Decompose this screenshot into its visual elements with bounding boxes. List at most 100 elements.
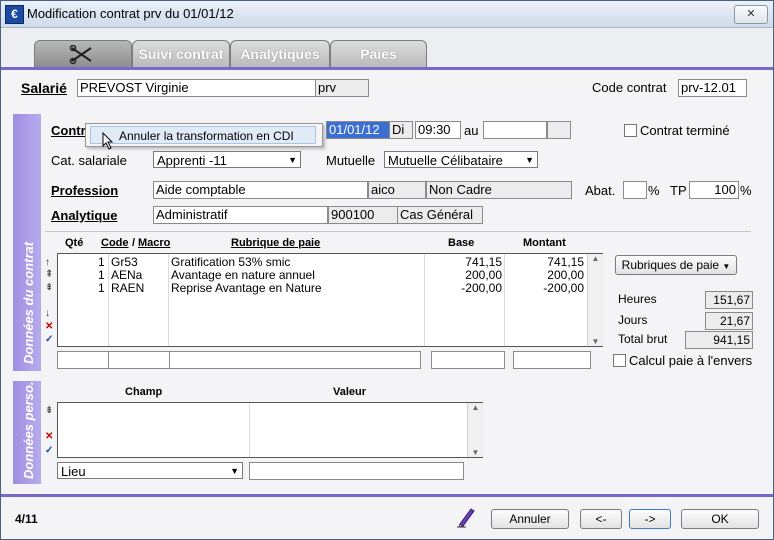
row-montant: 200,00 bbox=[547, 268, 584, 282]
entry-montant-field[interactable] bbox=[513, 351, 591, 369]
validate-icon[interactable]: ✓ bbox=[45, 445, 53, 456]
delete-icon[interactable]: ✕ bbox=[45, 321, 53, 332]
row-qte: 1 bbox=[98, 268, 105, 282]
grid-scrollbar[interactable]: ▲ ▼ bbox=[587, 254, 603, 346]
row-code: Gr53 bbox=[111, 255, 138, 269]
entry-code-field[interactable] bbox=[108, 351, 170, 369]
analytique-cas-field[interactable]: Cas Général bbox=[397, 206, 483, 224]
contrat-day-field[interactable]: Di bbox=[389, 121, 413, 139]
bottom-divider bbox=[1, 494, 773, 497]
row-rubrique: Avantage en nature annuel bbox=[171, 268, 315, 282]
au-day-field[interactable] bbox=[547, 121, 571, 139]
close-button[interactable]: ✕ bbox=[734, 5, 768, 24]
insert-below-icon[interactable]: ⇟ bbox=[45, 282, 53, 293]
header-montant: Montant bbox=[523, 237, 566, 249]
salarie-name-field[interactable]: PREVOST Virginie bbox=[77, 79, 316, 97]
title-bar: € Modification contrat prv du 01/01/12 ✕ bbox=[1, 1, 773, 28]
perso-grid[interactable]: ▲ ▼ bbox=[57, 402, 483, 458]
scroll-down-icon[interactable]: ▼ bbox=[468, 448, 483, 457]
calcul-envers-checkbox[interactable] bbox=[613, 354, 626, 367]
validate-icon[interactable]: ✓ bbox=[45, 334, 53, 345]
percent-label-2: % bbox=[740, 183, 752, 198]
mutuelle-value: Mutuelle Célibataire bbox=[388, 153, 503, 168]
insert-icon[interactable]: ⇞ bbox=[45, 269, 53, 280]
entry-base-field[interactable] bbox=[431, 351, 505, 369]
app-icon: € bbox=[5, 5, 24, 24]
cat-salariale-select[interactable]: Apprenti -11 ▼ bbox=[153, 151, 301, 168]
window-title: Modification contrat prv du 01/01/12 bbox=[27, 6, 234, 21]
code-contrat-field[interactable]: prv-12.01 bbox=[678, 79, 747, 97]
move-down-icon[interactable]: ↓ bbox=[45, 308, 50, 319]
chevron-down-icon: ▼ bbox=[525, 155, 534, 165]
contrat-termine-checkbox[interactable] bbox=[624, 124, 637, 137]
mutuelle-select[interactable]: Mutuelle Célibataire ▼ bbox=[384, 151, 538, 168]
row-qte: 1 bbox=[98, 255, 105, 269]
tab-paies[interactable]: Paies bbox=[330, 40, 427, 68]
cadre-field[interactable]: Non Cadre bbox=[426, 181, 572, 199]
tab-suivi-contrat[interactable]: Suivi contrat bbox=[132, 40, 230, 68]
jours-field: 21,67 bbox=[705, 312, 753, 330]
row-rubrique: Reprise Avantage en Nature bbox=[171, 281, 322, 295]
calcul-envers-label: Calcul paie à l'envers bbox=[629, 353, 753, 368]
context-menu: Annuler la transformation en CDI bbox=[85, 123, 323, 150]
menu-item-annuler-cdi[interactable]: Annuler la transformation en CDI bbox=[90, 126, 316, 144]
heures-field: 151,67 bbox=[705, 291, 753, 309]
total-brut-label: Total brut bbox=[618, 332, 668, 346]
side-panel-perso: Données perso. bbox=[13, 381, 41, 484]
row-qte: 1 bbox=[98, 281, 105, 295]
lieu-field[interactable] bbox=[249, 462, 464, 480]
row-montant: -200,00 bbox=[543, 281, 584, 295]
abat-field[interactable] bbox=[623, 181, 647, 199]
scroll-up-icon[interactable]: ▲ bbox=[468, 403, 483, 412]
header-rubrique: Rubrique de paie bbox=[231, 237, 321, 249]
perso-scrollbar[interactable]: ▲ ▼ bbox=[467, 403, 483, 457]
contrat-termine-label: Contrat terminé bbox=[640, 123, 730, 138]
contrat-time-field[interactable]: 09:30 bbox=[415, 121, 461, 139]
rubriques-de-paie-button[interactable]: Rubriques de paie ▼ bbox=[615, 255, 737, 275]
analytique-code-field[interactable]: 900100 bbox=[328, 206, 398, 224]
pencil-icon[interactable] bbox=[456, 506, 476, 528]
header-macro: Macro bbox=[138, 237, 171, 249]
move-up-icon[interactable]: ↑ bbox=[45, 257, 50, 268]
delete-icon[interactable]: ✕ bbox=[45, 431, 53, 442]
contract-window: € Modification contrat prv du 01/01/12 ✕… bbox=[0, 0, 774, 540]
tp-field[interactable]: 100 bbox=[689, 181, 739, 199]
chevron-down-icon: ▼ bbox=[722, 262, 731, 271]
entry-rubrique-field[interactable] bbox=[169, 351, 421, 369]
row-code: AENa bbox=[111, 268, 143, 282]
lieu-select[interactable]: Lieu ▼ bbox=[57, 462, 243, 479]
profession-field[interactable]: Aide comptable bbox=[153, 181, 368, 199]
insert-icon[interactable]: ⇟ bbox=[45, 405, 53, 416]
mutuelle-label: Mutuelle bbox=[326, 153, 376, 168]
header-champ: Champ bbox=[125, 386, 163, 398]
jours-label: Jours bbox=[618, 313, 648, 327]
au-date-field[interactable] bbox=[483, 121, 547, 139]
header-qte: Qté bbox=[65, 237, 84, 249]
next-button[interactable]: -> bbox=[629, 509, 671, 529]
percent-label-1: % bbox=[648, 183, 660, 198]
tab-main[interactable] bbox=[34, 40, 132, 68]
tab-strip: Suivi contrat Analytiques Paies bbox=[1, 28, 773, 68]
tab-analytiques[interactable]: Analytiques bbox=[230, 40, 330, 68]
rubriques-grid[interactable]: ▲ ▼ 1 Gr53 Gratification 53% smic 741,15… bbox=[57, 253, 603, 347]
side-label-perso: Données perso. bbox=[21, 381, 36, 479]
page-counter: 4/11 bbox=[15, 512, 38, 526]
side-label-contrat: Données du contrat bbox=[21, 241, 36, 364]
entry-qte-field[interactable] bbox=[57, 351, 109, 369]
cat-salariale-value: Apprenti -11 bbox=[157, 153, 227, 168]
salarie-code-field[interactable]: prv bbox=[315, 79, 369, 97]
ok-button[interactable]: OK bbox=[681, 509, 759, 529]
tab-underline bbox=[1, 67, 773, 70]
scissors-icon bbox=[69, 45, 92, 65]
scroll-down-icon[interactable]: ▼ bbox=[588, 337, 603, 346]
side-panel-contrat: Données du contrat bbox=[13, 114, 41, 371]
header-slash: / bbox=[132, 237, 136, 249]
analytique-field[interactable]: Administratif bbox=[153, 206, 328, 224]
au-label: au bbox=[464, 123, 479, 138]
header-base: Base bbox=[448, 237, 475, 249]
scroll-up-icon[interactable]: ▲ bbox=[588, 254, 603, 263]
contrat-date-field[interactable]: 01/01/12 bbox=[326, 121, 390, 139]
annuler-button[interactable]: Annuler bbox=[491, 509, 569, 529]
previous-button[interactable]: <- bbox=[580, 509, 622, 529]
profession-code-field[interactable]: aico bbox=[368, 181, 426, 199]
